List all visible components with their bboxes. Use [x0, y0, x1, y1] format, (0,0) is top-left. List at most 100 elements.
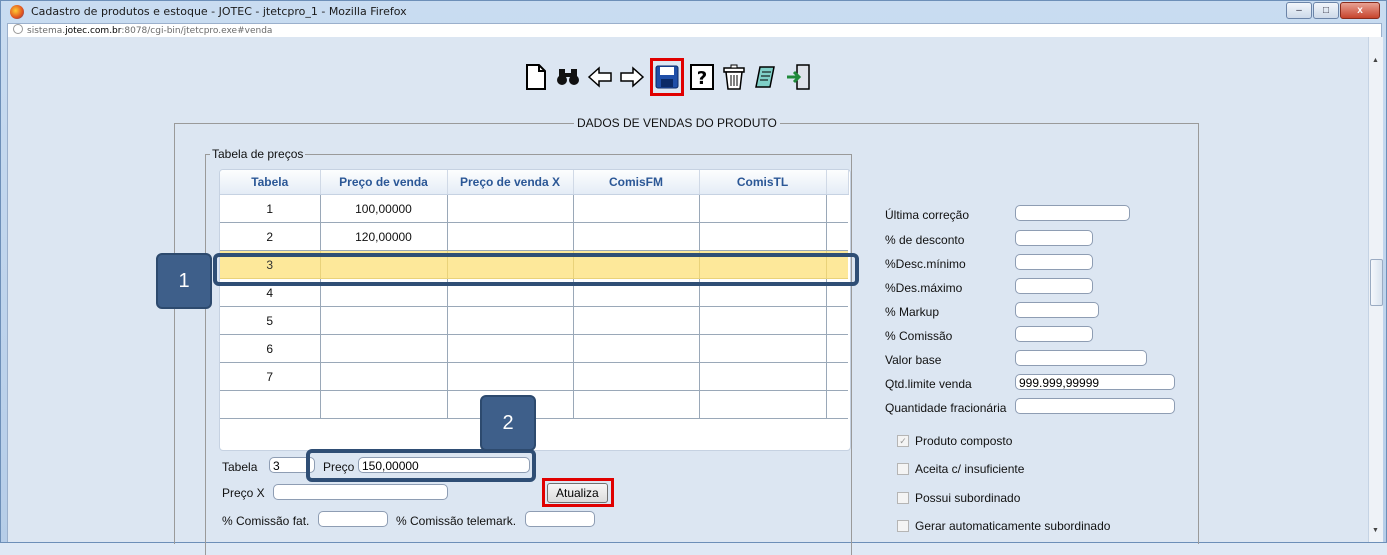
help-icon[interactable]: ?: [688, 63, 716, 91]
comissao-fat-input[interactable]: [318, 511, 388, 527]
markup-input[interactable]: [1015, 302, 1099, 318]
table-cell[interactable]: 120,00000: [320, 222, 448, 251]
produto-composto-checkbox[interactable]: ✓ Produto composto: [897, 434, 1012, 448]
ultima-correcao-input[interactable]: [1015, 205, 1130, 221]
callout-badge-1: 1: [156, 253, 212, 309]
table-cell[interactable]: [699, 306, 827, 335]
scrollbar-thumb[interactable]: [1370, 259, 1383, 306]
table-cell[interactable]: [573, 390, 700, 419]
row-callout-frame: [213, 253, 859, 286]
table-cell[interactable]: [447, 306, 574, 335]
binoculars-search-icon[interactable]: [554, 63, 582, 91]
table-cell[interactable]: [320, 362, 448, 391]
desconto-input[interactable]: [1015, 230, 1093, 246]
table-cell[interactable]: [699, 194, 827, 223]
table-row[interactable]: 1 100,00000: [220, 194, 848, 223]
ultima-correcao-label: Última correção: [885, 208, 970, 222]
table-cell[interactable]: [320, 306, 448, 335]
table-row[interactable]: 5: [220, 306, 848, 335]
checkbox-checked-icon[interactable]: ✓: [897, 435, 909, 447]
table-cell-spacer: [826, 334, 848, 363]
table-cell[interactable]: [447, 362, 574, 391]
comissao-label: % Comissão: [885, 329, 953, 343]
column-header[interactable]: Preço de venda: [320, 170, 448, 195]
notes-icon[interactable]: [752, 63, 780, 91]
trash-icon[interactable]: [720, 63, 748, 91]
save-disk-icon[interactable]: [650, 58, 684, 96]
aceita-insuficiente-checkbox[interactable]: Aceita c/ insuficiente: [897, 462, 1024, 476]
table-cell[interactable]: 6: [220, 334, 321, 363]
vertical-scrollbar[interactable]: ▲ ▼: [1368, 37, 1383, 542]
arrow-left-icon[interactable]: [586, 63, 614, 91]
desc-minimo-label: %Desc.mínimo: [885, 257, 966, 271]
atualiza-highlight: [542, 478, 614, 507]
address-bar[interactable]: sistema.jotec.com.br:8078/cgi-bin/jtetcp…: [7, 23, 1382, 38]
action-toolbar: ?: [522, 58, 812, 96]
possui-subordinado-checkbox[interactable]: Possui subordinado: [897, 491, 1020, 505]
comissao-telemark-input[interactable]: [525, 511, 595, 527]
table-row[interactable]: 7: [220, 362, 848, 391]
table-cell[interactable]: [699, 334, 827, 363]
quantidade-fracionaria-input[interactable]: [1015, 398, 1175, 414]
qtd-limite-venda-input[interactable]: 999.999,99999: [1015, 374, 1175, 390]
table-cell[interactable]: [699, 222, 827, 251]
preco-callout-frame: [306, 449, 536, 482]
table-cell[interactable]: 1: [220, 194, 321, 223]
comissao-input[interactable]: [1015, 326, 1093, 342]
exit-door-icon[interactable]: [784, 63, 812, 91]
scroll-down-icon[interactable]: ▼: [1372, 527, 1379, 534]
table-cell[interactable]: [573, 334, 700, 363]
table-cell[interactable]: [573, 306, 700, 335]
title-bar: Cadastro de produtos e estoque - JOTEC -…: [1, 1, 1386, 23]
checkbox-icon[interactable]: [897, 492, 909, 504]
column-header[interactable]: Tabela: [220, 170, 321, 195]
close-button[interactable]: x: [1340, 2, 1380, 19]
callout-badge-2: 2: [480, 395, 536, 451]
table-cell-spacer: [826, 362, 848, 391]
table-cell[interactable]: [573, 194, 700, 223]
column-header[interactable]: ComisFM: [573, 170, 700, 195]
column-header[interactable]: ComisTL: [699, 170, 827, 195]
url-prefix: sistema.: [27, 26, 66, 36]
gerar-subordinado-checkbox[interactable]: Gerar automaticamente subordinado: [897, 519, 1110, 533]
des-maximo-input[interactable]: [1015, 278, 1093, 294]
globe-icon: [13, 24, 23, 34]
maximize-button[interactable]: □: [1313, 2, 1339, 19]
table-cell[interactable]: 100,00000: [320, 194, 448, 223]
table-cell[interactable]: 7: [220, 362, 321, 391]
svg-text:?: ?: [697, 68, 707, 89]
table-cell[interactable]: [573, 362, 700, 391]
arrow-right-icon[interactable]: [618, 63, 646, 91]
table-cell[interactable]: [699, 390, 827, 419]
table-cell[interactable]: [320, 334, 448, 363]
table-cell[interactable]: [320, 390, 448, 419]
des-maximo-label: %Des.máximo: [885, 281, 963, 295]
preco-x-label: Preço X: [222, 486, 265, 500]
table-cell[interactable]: [573, 222, 700, 251]
aceita-insuficiente-label: Aceita c/ insuficiente: [915, 462, 1025, 476]
window-controls: – □ x: [1286, 2, 1380, 19]
table-cell[interactable]: [220, 390, 321, 419]
valor-base-input[interactable]: [1015, 350, 1147, 366]
preco-x-input[interactable]: [273, 484, 448, 500]
checkbox-icon[interactable]: [897, 463, 909, 475]
table-cell[interactable]: 5: [220, 306, 321, 335]
table-cell[interactable]: [447, 194, 574, 223]
tabela-label: Tabela: [222, 460, 258, 474]
table-cell-spacer: [826, 222, 848, 251]
table-cell[interactable]: 2: [220, 222, 321, 251]
table-row[interactable]: 2 120,00000: [220, 222, 848, 251]
column-header[interactable]: Preço de venda X: [447, 170, 574, 195]
table-cell[interactable]: [699, 362, 827, 391]
table-cell[interactable]: [447, 334, 574, 363]
table-row[interactable]: 6: [220, 334, 848, 363]
comissao-telemark-label: % Comissão telemark.: [396, 514, 517, 528]
minimize-button[interactable]: –: [1286, 2, 1312, 19]
possui-subordinado-label: Possui subordinado: [915, 491, 1021, 505]
new-document-icon[interactable]: [522, 63, 550, 91]
scroll-up-icon[interactable]: ▲: [1372, 57, 1379, 64]
desc-minimo-input[interactable]: [1015, 254, 1093, 270]
table-cell[interactable]: [447, 222, 574, 251]
url-path: :8078/cgi-bin/jtetcpro.exe#venda: [121, 26, 273, 36]
checkbox-icon[interactable]: [897, 520, 909, 532]
